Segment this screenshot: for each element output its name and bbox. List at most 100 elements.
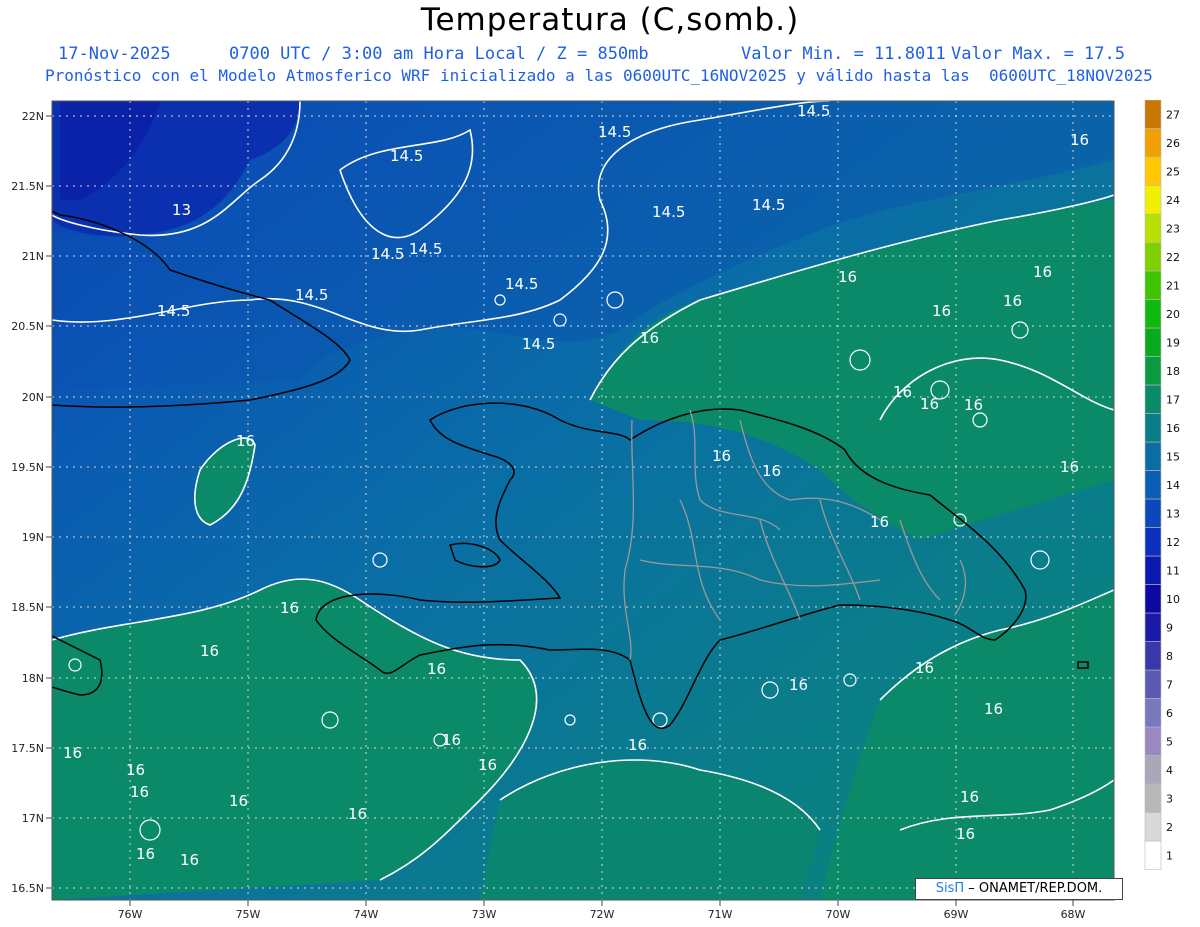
contour-label: 16 bbox=[442, 731, 461, 749]
contour-label: 16 bbox=[280, 599, 299, 617]
legend-label: 18 bbox=[1166, 365, 1180, 378]
contour-label: 14.5 bbox=[505, 275, 538, 293]
contour-label: 14.5 bbox=[598, 123, 631, 141]
contour-label: 16 bbox=[964, 396, 983, 414]
lat-label: 17N bbox=[22, 812, 44, 825]
legend-label: 13 bbox=[1166, 507, 1180, 520]
legend-label: 15 bbox=[1166, 450, 1180, 463]
lon-label: 76W bbox=[118, 908, 143, 921]
legend-label: 22 bbox=[1166, 251, 1180, 264]
lat-labels: 22N 21.5N 21N 20.5N 20N 19.5N 19N 18.5N … bbox=[11, 110, 44, 895]
legend-swatch bbox=[1144, 441, 1162, 471]
legend-label: 12 bbox=[1166, 536, 1180, 549]
contour-label: 14.5 bbox=[157, 302, 190, 320]
contour-label: 16 bbox=[1003, 292, 1022, 310]
legend-label: 25 bbox=[1166, 165, 1180, 178]
legend-swatch bbox=[1144, 242, 1162, 272]
lon-ticks bbox=[129, 900, 1074, 906]
legend-swatch bbox=[1144, 812, 1162, 842]
contour-label: 16 bbox=[200, 642, 219, 660]
contour-label: 16 bbox=[348, 805, 367, 823]
legend-swatch bbox=[1144, 612, 1162, 642]
contour-label: 14.5 bbox=[752, 196, 785, 214]
contour-label: 16 bbox=[789, 676, 808, 694]
legend-swatch bbox=[1144, 100, 1162, 129]
contour-label: 16 bbox=[920, 395, 939, 413]
contour-label: 16 bbox=[838, 268, 857, 286]
contour-label: 16 bbox=[640, 329, 659, 347]
lon-label: 75W bbox=[236, 908, 261, 921]
lat-ticks bbox=[46, 115, 52, 889]
lat-label: 22N bbox=[22, 110, 44, 123]
legend-swatch bbox=[1144, 584, 1162, 614]
color-legend: 1234567891011121314151617181920212223242… bbox=[1144, 100, 1180, 870]
legend-swatch bbox=[1144, 783, 1162, 813]
legend-label: 17 bbox=[1166, 393, 1180, 406]
legend-swatch bbox=[1144, 185, 1162, 215]
contour-label: 16 bbox=[229, 792, 248, 810]
page-title: Temperatura (C,somb.) bbox=[420, 2, 800, 38]
legend-swatch bbox=[1144, 128, 1162, 158]
legend-swatch bbox=[1144, 270, 1162, 300]
legend-swatch bbox=[1144, 356, 1162, 386]
lon-label: 74W bbox=[354, 908, 379, 921]
legend-label: 3 bbox=[1166, 792, 1173, 805]
legend-swatch bbox=[1144, 669, 1162, 699]
lon-labels: 76W 75W 74W 73W 72W 71W 70W 69W 68W bbox=[118, 908, 1086, 921]
legend-swatch bbox=[1144, 698, 1162, 728]
lat-label: 18N bbox=[22, 672, 44, 685]
contour-label: 16 bbox=[932, 302, 951, 320]
credit-box: SisΠ – ONAMET/REP.DOM. bbox=[915, 878, 1123, 900]
legend-label: 2 bbox=[1166, 821, 1173, 834]
contour-label: 16 bbox=[870, 513, 889, 531]
contour-label: 16 bbox=[130, 783, 149, 801]
lat-label: 20.5N bbox=[11, 320, 44, 333]
legend-swatch bbox=[1144, 726, 1162, 756]
legend-label: 1 bbox=[1166, 849, 1173, 862]
legend-label: 10 bbox=[1166, 593, 1180, 606]
contour-label: 14.5 bbox=[409, 240, 442, 258]
lon-label: 70W bbox=[826, 908, 851, 921]
contour-label: 16 bbox=[136, 845, 155, 863]
legend-swatch bbox=[1144, 755, 1162, 785]
contour-label: 16 bbox=[960, 788, 979, 806]
legend-swatch bbox=[1144, 413, 1162, 443]
legend-label: 14 bbox=[1166, 479, 1180, 492]
lon-label: 72W bbox=[590, 908, 615, 921]
legend-label: 8 bbox=[1166, 650, 1173, 663]
lat-label: 18.5N bbox=[11, 601, 44, 614]
contour-label: 16 bbox=[984, 700, 1003, 718]
contour-label: 14.5 bbox=[522, 335, 555, 353]
lon-label: 73W bbox=[472, 908, 497, 921]
lat-label: 17.5N bbox=[11, 742, 44, 755]
sispi-logo: SisΠ bbox=[935, 881, 965, 896]
contour-label: 16 bbox=[956, 825, 975, 843]
legend-label: 19 bbox=[1166, 336, 1180, 349]
contour-label: 14.5 bbox=[295, 286, 328, 304]
contour-label: 14.5 bbox=[797, 102, 830, 120]
legend-swatch bbox=[1144, 156, 1162, 186]
contour-label: 16 bbox=[1033, 263, 1052, 281]
legend-swatch bbox=[1144, 555, 1162, 585]
contour-label: 16 bbox=[915, 659, 934, 677]
legend-swatch bbox=[1144, 498, 1162, 528]
contour-label: 16 bbox=[762, 462, 781, 480]
legend-label: 16 bbox=[1166, 422, 1180, 435]
contour-label: 14.5 bbox=[371, 245, 404, 263]
legend-label: 26 bbox=[1166, 137, 1180, 150]
legend-label: 9 bbox=[1166, 621, 1173, 634]
lon-label: 71W bbox=[708, 908, 733, 921]
legend-swatch bbox=[1144, 299, 1162, 329]
contour-label: 13 bbox=[172, 201, 191, 219]
forecast-time: 0700 UTC / 3:00 am Hora Local / Z = 850m… bbox=[229, 44, 649, 64]
plot-area bbox=[52, 101, 1114, 900]
legend-label: 5 bbox=[1166, 735, 1173, 748]
value-min: Valor Min. = 11.8011 bbox=[741, 44, 946, 64]
lon-label: 69W bbox=[944, 908, 969, 921]
lat-label: 16.5N bbox=[11, 882, 44, 895]
contour-label: 16 bbox=[180, 851, 199, 869]
legend-swatch bbox=[1144, 327, 1162, 357]
contour-label: 16 bbox=[893, 383, 912, 401]
forecast-date: 17-Nov-2025 bbox=[58, 44, 171, 64]
contour-label: 14.5 bbox=[652, 203, 685, 221]
